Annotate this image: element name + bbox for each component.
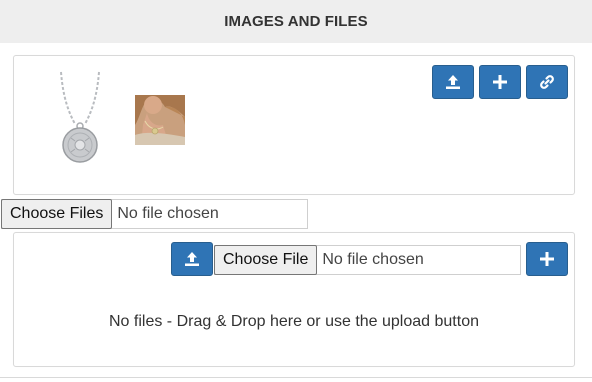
plus-icon: [493, 75, 507, 89]
add-file-button[interactable]: [526, 242, 568, 276]
add-image-button[interactable]: [479, 65, 521, 99]
files-file-status: No file chosen: [322, 251, 424, 268]
link-image-button[interactable]: [526, 65, 568, 99]
model-wearing-necklace-thumbnail[interactable]: [135, 95, 185, 145]
section-title: IMAGES AND FILES: [0, 0, 592, 43]
necklace-thumbnail[interactable]: [33, 68, 130, 168]
choose-file-button[interactable]: Choose File: [214, 244, 318, 275]
divider: [0, 377, 592, 378]
upload-icon: [446, 75, 460, 89]
files-file-input[interactable]: Choose File No file chosen: [214, 244, 521, 275]
upload-icon: [185, 252, 199, 266]
link-icon: [540, 75, 554, 89]
plus-icon: [540, 252, 554, 266]
images-and-files-page: IMAGES AND FILES Choose Files No file ch…: [0, 0, 592, 382]
files-dropzone-message[interactable]: No files - Drag & Drop here or use the u…: [13, 313, 575, 331]
choose-files-button[interactable]: Choose Files: [1, 198, 113, 229]
upload-image-button[interactable]: [432, 65, 474, 99]
upload-file-button[interactable]: [171, 242, 213, 276]
images-file-input[interactable]: Choose Files No file chosen: [1, 198, 308, 229]
images-file-status: No file chosen: [117, 205, 219, 222]
